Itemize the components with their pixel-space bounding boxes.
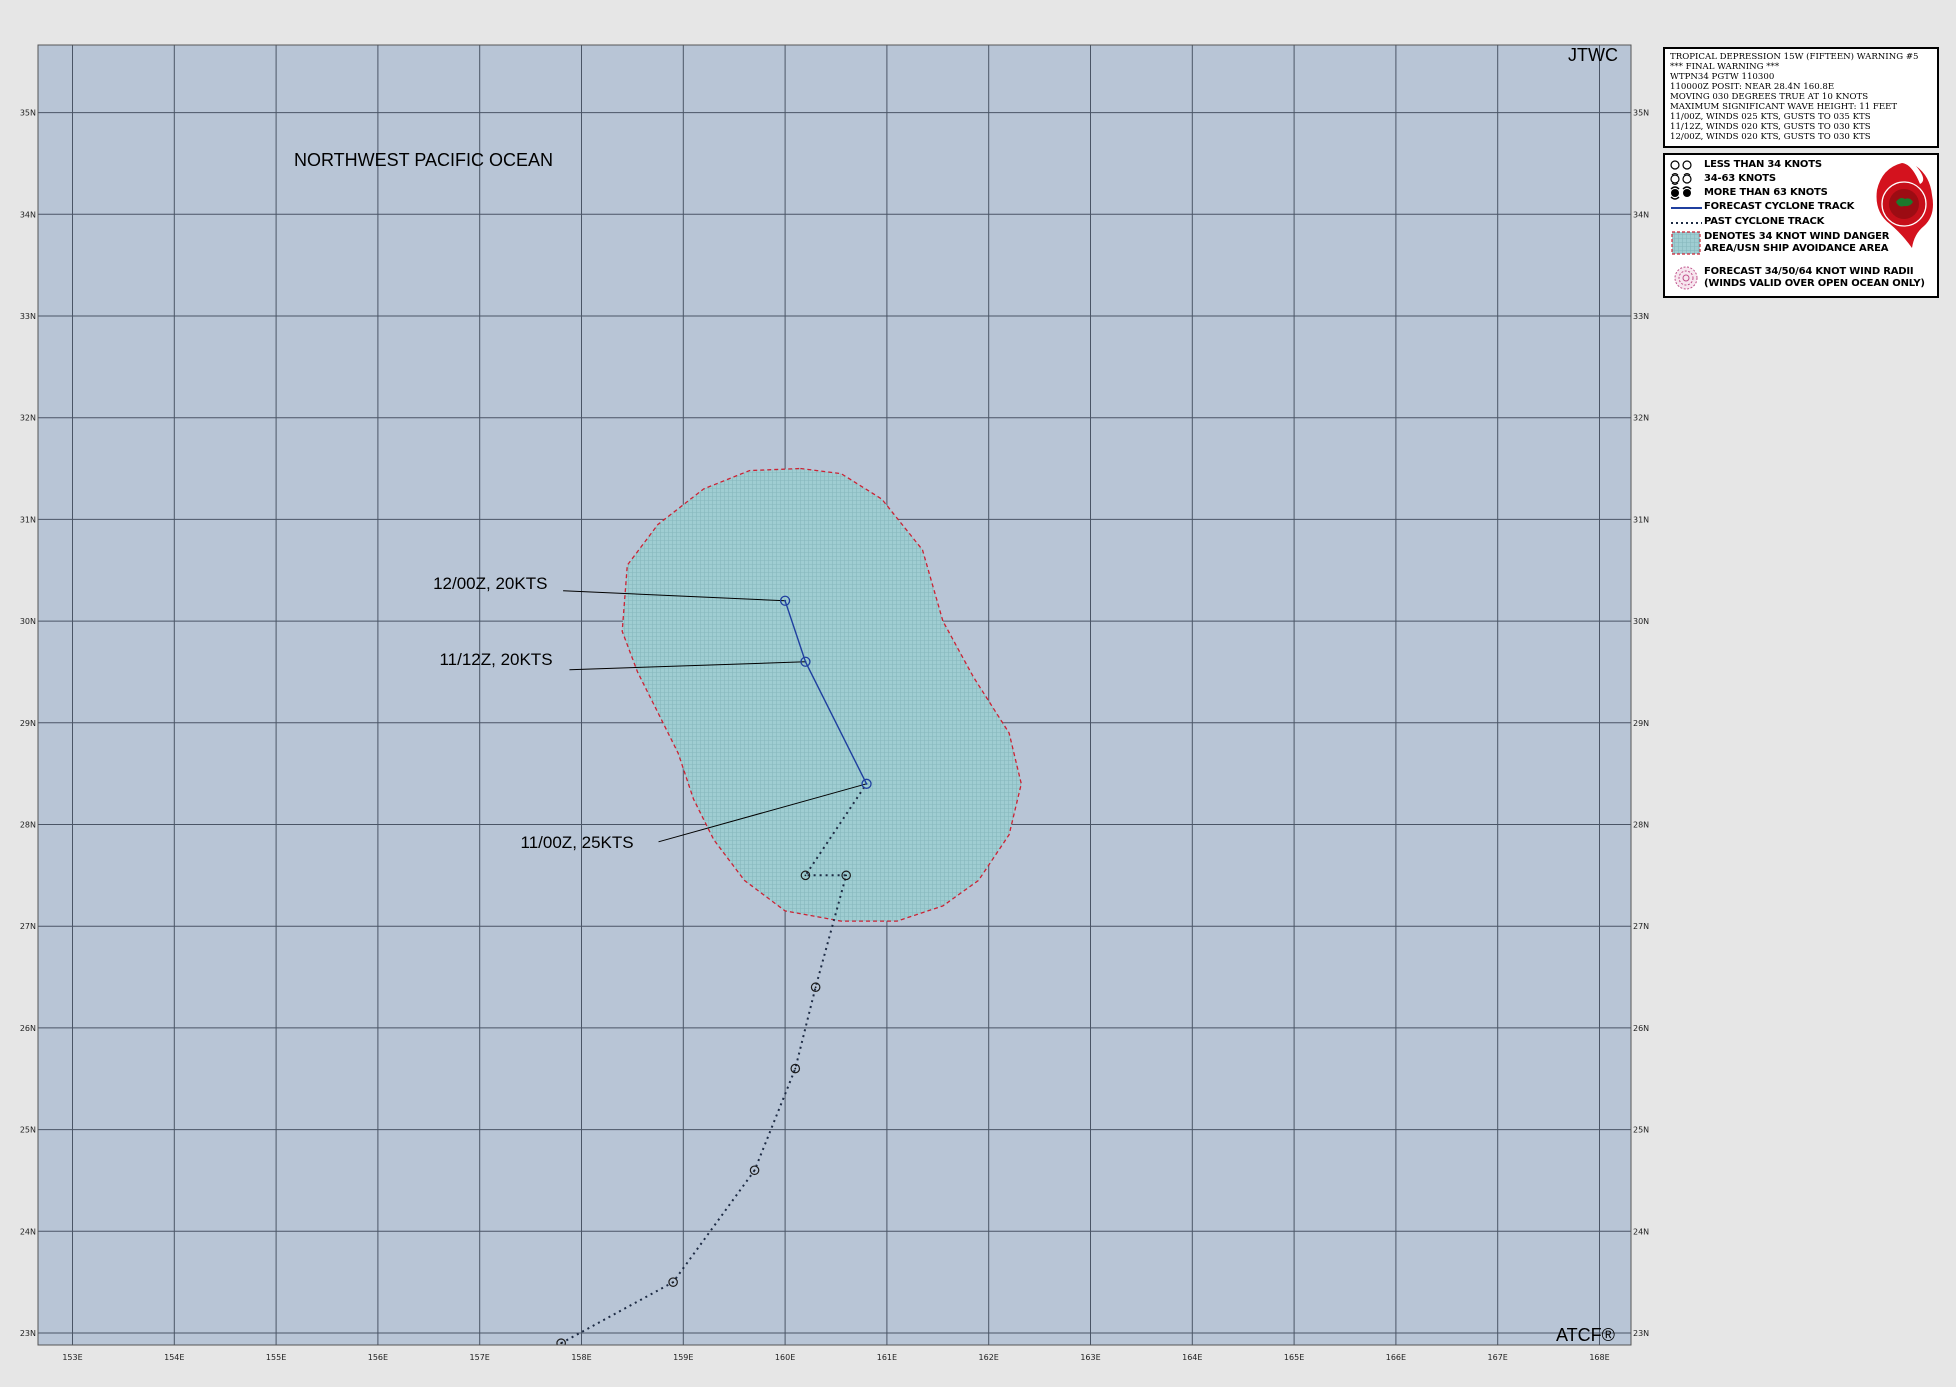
longitude-label: 154E — [164, 1353, 184, 1362]
warning-line: *** FINAL WARNING *** — [1670, 62, 1780, 72]
longitude-label: 164E — [1182, 1353, 1202, 1362]
latitude-label-left: 26N — [20, 1024, 36, 1033]
legend-label: DENOTES 34 KNOT WIND DANGER — [1704, 231, 1890, 242]
typhoon-symbol-icon — [1670, 186, 1692, 200]
warning-line: 110000Z POSIT: NEAR 28.4N 160.8E — [1670, 82, 1835, 92]
warning-line: TROPICAL DEPRESSION 15W (FIFTEEN) WARNIN… — [1670, 52, 1919, 62]
latitude-label-right: 23N — [1633, 1329, 1649, 1338]
legend-label: AREA/USN SHIP AVOIDANCE AREA — [1704, 243, 1889, 254]
jtwc-label: JTWC — [1568, 45, 1618, 65]
legend-item-wind-radii: FORECAST 34/50/64 KNOT WIND RADII (WINDS… — [1665, 265, 1937, 293]
forecast-label: 11/00Z, 25KTS — [521, 833, 634, 852]
longitude-label: 165E — [1284, 1353, 1304, 1362]
latitude-label-right: 25N — [1633, 1126, 1649, 1135]
warning-line: 12/00Z, WINDS 020 KTS, GUSTS TO 030 KTS — [1670, 132, 1871, 142]
legend-label: PAST CYCLONE TRACK — [1704, 216, 1825, 227]
latitude-label-right: 32N — [1633, 414, 1649, 423]
latitude-label-right: 24N — [1633, 1227, 1649, 1236]
past-position-dot — [804, 874, 807, 877]
forecast-position-dot — [865, 782, 868, 785]
latitude-label-left: 24N — [20, 1227, 36, 1236]
latitude-label-left: 30N — [20, 617, 36, 626]
latitude-label-left: 34N — [20, 210, 36, 219]
legend-box: LESS THAN 34 KNOTS 34-63 KNOTS MORE THAN… — [1663, 153, 1939, 298]
forecast-label: 12/00Z, 20KTS — [433, 574, 547, 593]
longitude-label: 161E — [877, 1353, 897, 1362]
latitude-label-left: 25N — [20, 1126, 36, 1135]
agency-seal-icon — [1876, 163, 1933, 248]
longitude-label: 162E — [979, 1353, 999, 1362]
latitude-label-right: 26N — [1633, 1024, 1649, 1033]
warning-line: MAXIMUM SIGNIFICANT WAVE HEIGHT: 11 FEET — [1670, 102, 1898, 112]
legend-label: MORE THAN 63 KNOTS — [1704, 187, 1828, 198]
longitude-label: 157E — [470, 1353, 490, 1362]
longitude-label: 167E — [1488, 1353, 1508, 1362]
latitude-label-right: 29N — [1633, 719, 1649, 728]
past-position-dot — [560, 1342, 563, 1345]
atcf-label: ATCF® — [1556, 1325, 1615, 1345]
forecast-label: 11/12Z, 20KTS — [439, 650, 552, 669]
warning-line: 11/12Z, WINDS 020 KTS, GUSTS TO 030 KTS — [1670, 122, 1871, 132]
storm-symbol-icon — [1670, 173, 1692, 185]
wind-radii-icon — [1674, 266, 1698, 290]
legend-label: FORECAST CYCLONE TRACK — [1704, 201, 1855, 212]
latitude-label-left: 31N — [20, 515, 36, 524]
latitude-label-left: 32N — [20, 414, 36, 423]
longitude-label: 160E — [775, 1353, 795, 1362]
legend-label: 34-63 KNOTS — [1704, 173, 1776, 184]
longitude-label: 153E — [62, 1353, 82, 1362]
open-circle-icon — [1670, 160, 1692, 170]
legend-label: LESS THAN 34 KNOTS — [1704, 159, 1822, 170]
warning-line: WTPN34 PGTW 110300 — [1670, 72, 1775, 82]
latitude-label-right: 33N — [1633, 312, 1649, 321]
forecast-position-dot — [804, 660, 807, 663]
latitude-label-right: 30N — [1633, 617, 1649, 626]
warning-line: MOVING 030 DEGREES TRUE AT 10 KNOTS — [1670, 92, 1869, 102]
legend-label: FORECAST 34/50/64 KNOT WIND RADII — [1704, 266, 1914, 277]
latitude-label-left: 35N — [20, 109, 36, 118]
longitude-label: 155E — [266, 1353, 286, 1362]
warning-info-box: TROPICAL DEPRESSION 15W (FIFTEEN) WARNIN… — [1663, 47, 1939, 148]
latitude-label-right: 31N — [1633, 515, 1649, 524]
forecast-position-dot — [784, 599, 787, 602]
past-position-dot — [814, 986, 817, 989]
latitude-label-right: 35N — [1633, 109, 1649, 118]
longitude-label: 158E — [571, 1353, 591, 1362]
longitude-label: 163E — [1080, 1353, 1100, 1362]
warning-line: 11/00Z, WINDS 025 KTS, GUSTS TO 035 KTS — [1670, 112, 1871, 122]
region-label: NORTHWEST PACIFIC OCEAN — [294, 150, 553, 170]
hatched-area-icon — [1671, 231, 1701, 255]
latitude-label-right: 34N — [1633, 210, 1649, 219]
longitude-label: 159E — [673, 1353, 693, 1362]
latitude-label-right: 27N — [1633, 922, 1649, 931]
solid-line-icon — [1671, 207, 1702, 209]
latitude-label-left: 33N — [20, 312, 36, 321]
past-position-dot — [753, 1169, 756, 1172]
past-position-dot — [845, 874, 848, 877]
latitude-label-left: 29N — [20, 719, 36, 728]
past-position-dot — [672, 1281, 675, 1284]
longitude-label: 168E — [1589, 1353, 1609, 1362]
latitude-label-right: 28N — [1633, 821, 1649, 830]
latitude-label-left: 23N — [20, 1329, 36, 1338]
longitude-label: 156E — [368, 1353, 388, 1362]
longitude-label: 166E — [1386, 1353, 1406, 1362]
past-position-dot — [794, 1067, 797, 1070]
legend-label: (WINDS VALID OVER OPEN OCEAN ONLY) — [1704, 278, 1925, 289]
latitude-label-left: 27N — [20, 922, 36, 931]
dotted-line-icon — [1671, 222, 1702, 224]
latitude-label-left: 28N — [20, 821, 36, 830]
